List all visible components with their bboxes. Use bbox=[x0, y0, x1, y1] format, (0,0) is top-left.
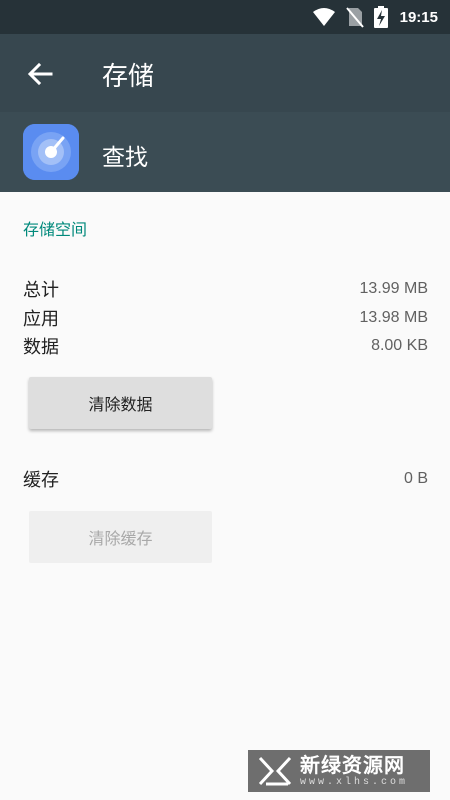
row-label: 总计 bbox=[23, 280, 59, 301]
storage-row-app: 应用 13.98 MB bbox=[23, 305, 428, 331]
app-name: 查找 bbox=[102, 145, 148, 171]
cache-label: 缓存 bbox=[23, 470, 59, 491]
wifi-icon bbox=[312, 8, 335, 26]
status-bar: 19:15 bbox=[0, 0, 450, 34]
arrow-back-icon[interactable] bbox=[24, 58, 56, 90]
row-value: 8.00 KB bbox=[371, 337, 428, 354]
clear-data-button[interactable]: 清除数据 bbox=[29, 377, 212, 429]
app-header: 查找 bbox=[0, 112, 450, 192]
row-label: 应用 bbox=[23, 309, 59, 330]
row-value: 13.99 MB bbox=[359, 280, 428, 297]
storage-row-total: 总计 13.99 MB bbox=[23, 276, 428, 302]
storage-row-data: 数据 8.00 KB bbox=[23, 333, 428, 359]
row-value: 13.98 MB bbox=[359, 309, 428, 326]
storage-content: 存储空间 总计 13.99 MB 应用 13.98 MB 数据 8.00 KB … bbox=[0, 192, 450, 800]
row-label: 数据 bbox=[23, 337, 59, 358]
storage-section-title: 存储空间 bbox=[23, 220, 88, 239]
watermark-logo-icon bbox=[258, 756, 292, 786]
no-sim-icon bbox=[345, 7, 364, 28]
radar-app-icon bbox=[23, 124, 79, 180]
app-bar: 存储 bbox=[0, 34, 450, 112]
watermark-url: www.xlhs.com bbox=[300, 776, 409, 788]
cache-row: 缓存 0 B bbox=[23, 466, 428, 492]
status-icons: 19:15 bbox=[312, 0, 438, 34]
watermark: 新绿资源网 www.xlhs.com bbox=[248, 750, 430, 792]
cache-value: 0 B bbox=[403, 470, 428, 487]
watermark-title: 新绿资源网 bbox=[300, 752, 405, 777]
battery-charging-icon bbox=[373, 6, 388, 28]
page-title: 存储 bbox=[102, 62, 155, 92]
watermark-text: 新绿资源网 www.xlhs.com bbox=[300, 755, 408, 788]
status-time: 19:15 bbox=[399, 8, 438, 26]
clear-cache-button: 清除缓存 bbox=[29, 511, 212, 563]
